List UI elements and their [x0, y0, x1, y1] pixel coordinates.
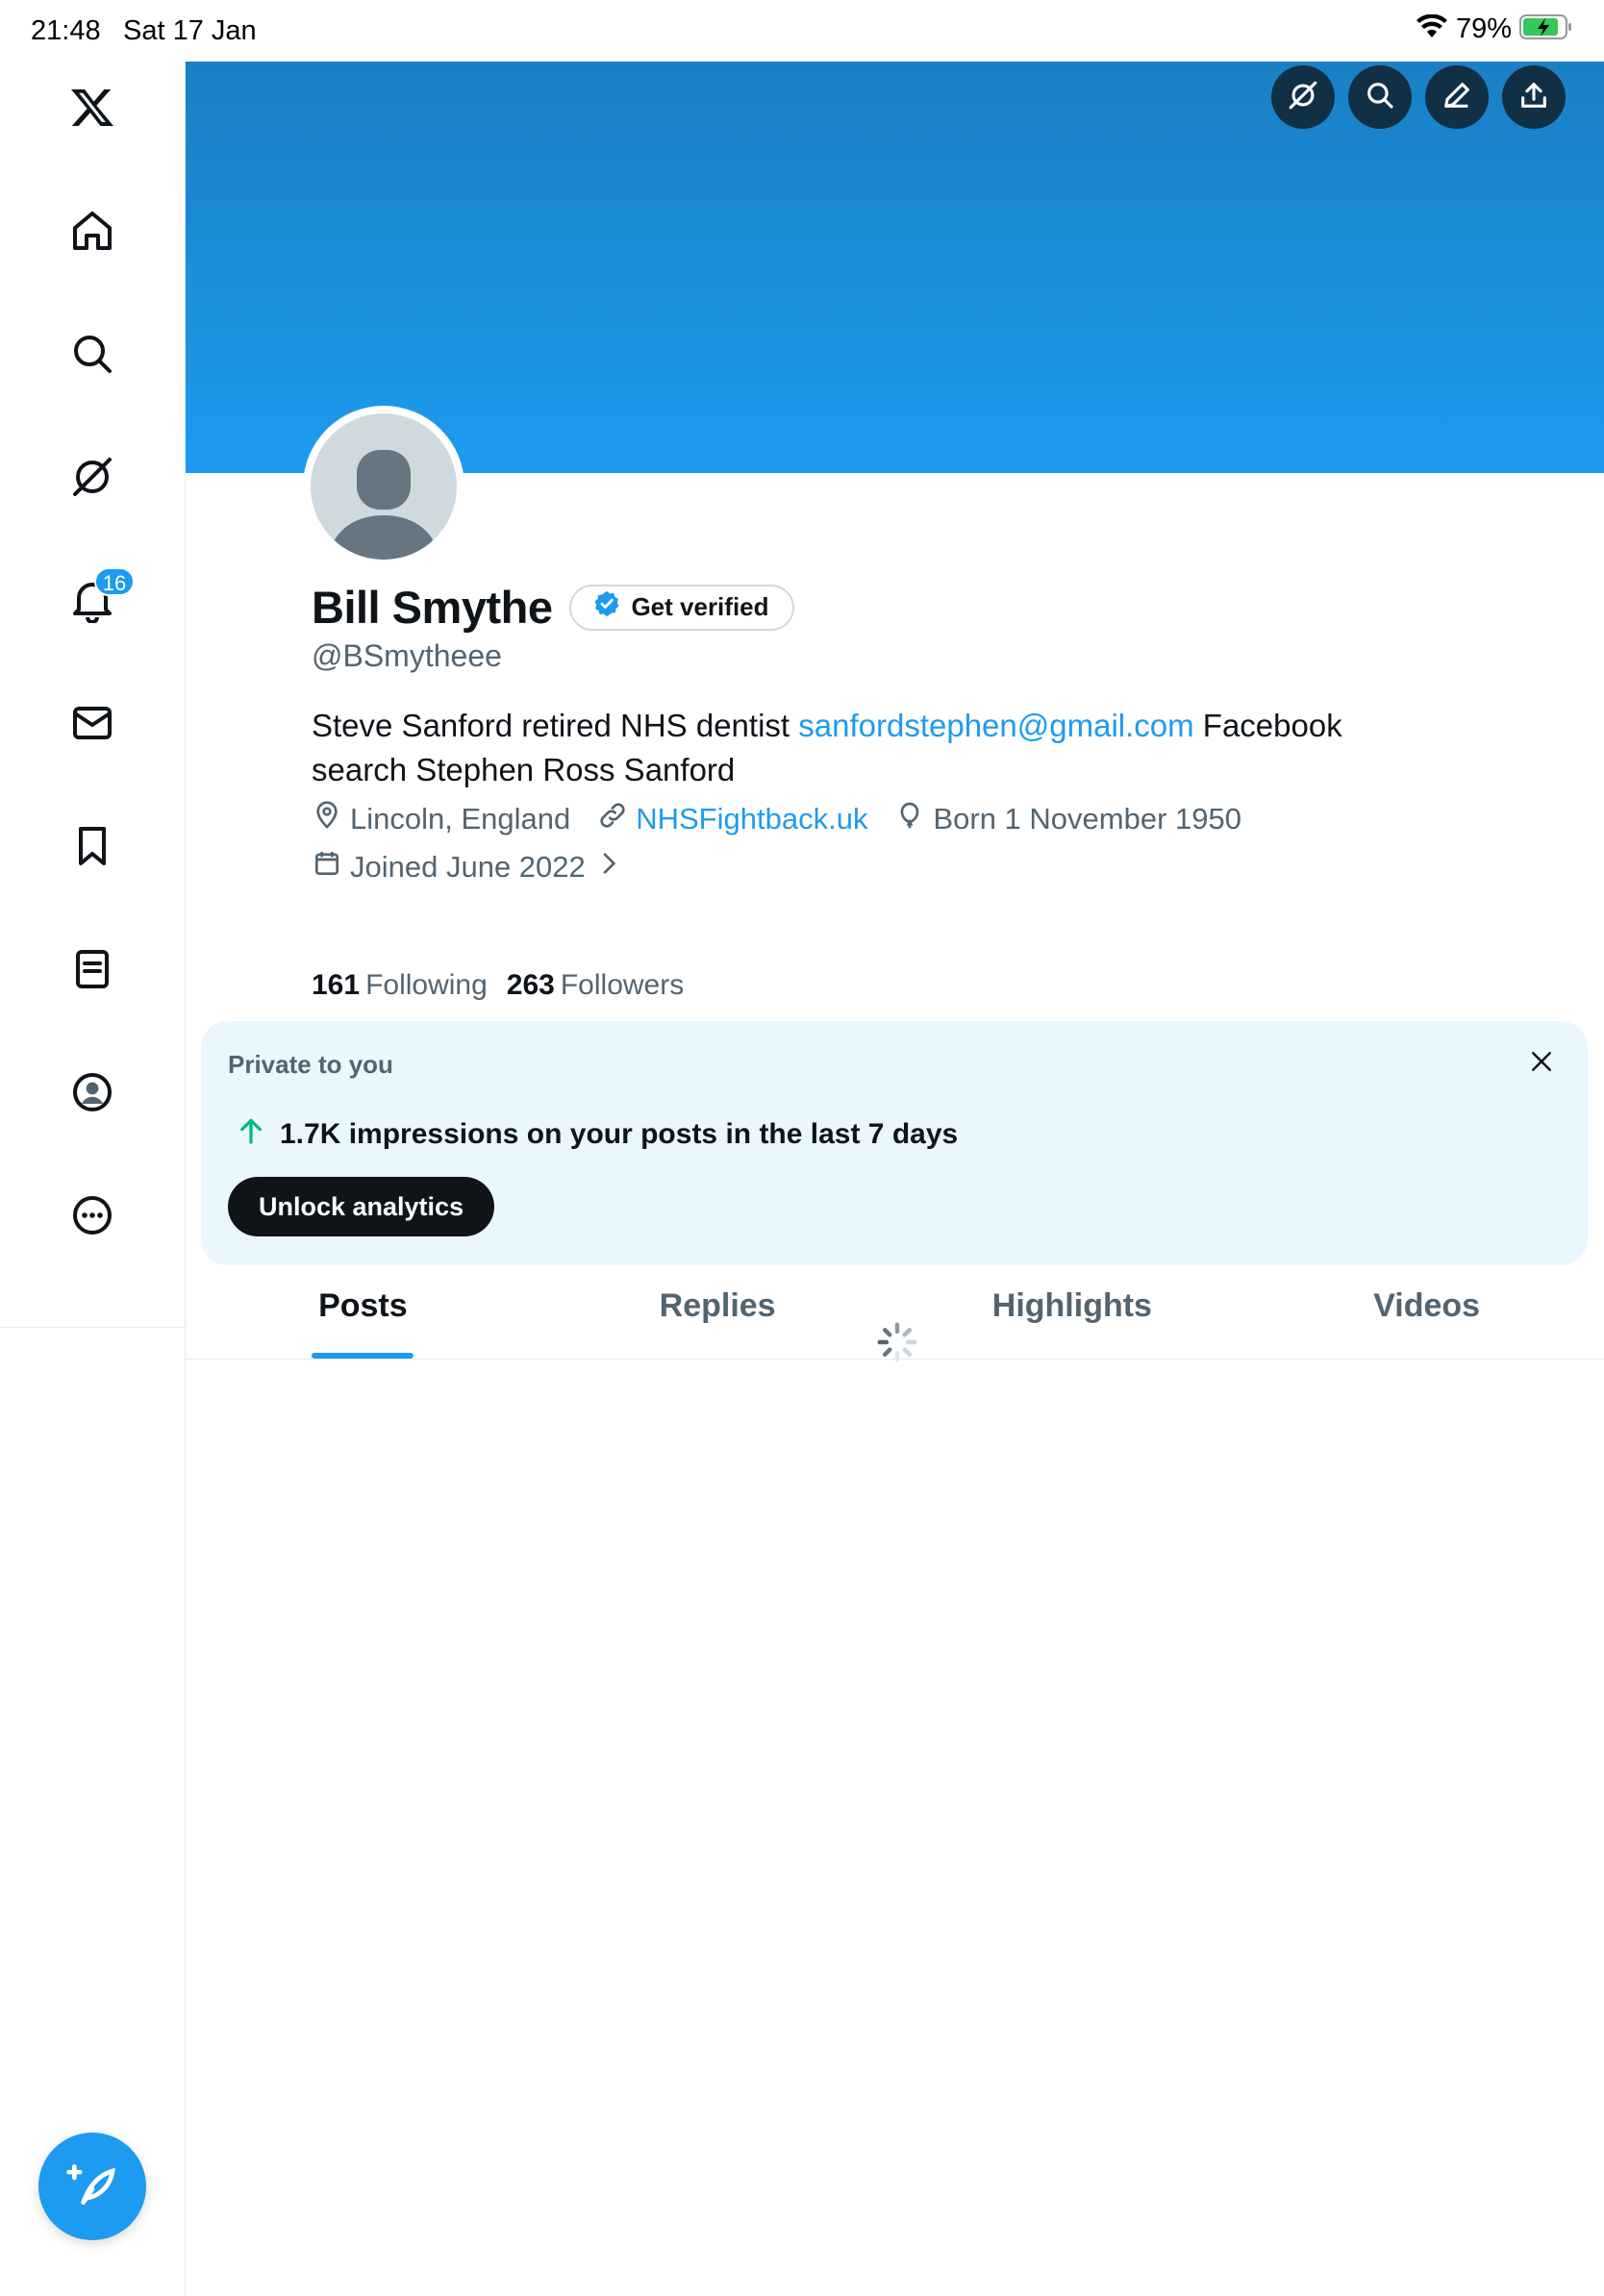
compose-icon: [65, 2158, 119, 2216]
website-link[interactable]: NHSFightback.uk: [636, 802, 867, 836]
home-icon[interactable]: [46, 185, 138, 277]
tab-replies[interactable]: Replies: [540, 1254, 895, 1359]
tab-posts[interactable]: Posts: [186, 1254, 540, 1359]
bio-text: Steve Sanford retired NHS dentist: [312, 708, 799, 743]
avatar[interactable]: [303, 406, 464, 567]
tab-active-indicator: [312, 1353, 414, 1359]
share-icon: [1517, 79, 1550, 116]
analytics-private-label: Private to you: [228, 1050, 393, 1079]
edit-profile-button[interactable]: [1425, 65, 1489, 129]
profile-meta-row: Lincoln, England NHSFightback.uk Born 1 …: [312, 800, 1268, 838]
display-name: Bill Smythe: [312, 582, 553, 633]
notifications-icon[interactable]: 16: [46, 554, 138, 646]
birthday-text: Born 1 November 1950: [933, 802, 1241, 836]
profile-page: 21:48 Sat 17 Jan 79% 16 Bill Smythe Get …: [0, 0, 1604, 2296]
close-icon: [1527, 1047, 1556, 1081]
bookmarks-icon[interactable]: [46, 800, 138, 892]
unlock-analytics-button[interactable]: Unlock analytics: [228, 1177, 495, 1236]
following-link[interactable]: 161 Following: [312, 969, 488, 1002]
arrow-up-icon: [236, 1115, 266, 1154]
status-bar: 21:48 Sat 17 Jan 79%: [0, 0, 1604, 62]
profile-handle: @BSmytheee: [312, 638, 502, 673]
status-time: 21:48: [31, 15, 101, 46]
followers-link[interactable]: 263 Followers: [507, 969, 684, 1002]
default-avatar-icon: [311, 413, 457, 560]
following-count: 161: [312, 969, 361, 1001]
link-icon: [597, 800, 628, 838]
website-item[interactable]: NHSFightback.uk: [597, 800, 867, 838]
tab-highlights[interactable]: Highlights: [895, 1254, 1250, 1359]
messages-icon[interactable]: [46, 677, 138, 769]
get-verified-label: Get verified: [631, 592, 769, 621]
edit-icon: [1441, 79, 1473, 116]
search-icon[interactable]: [46, 308, 138, 400]
search-profile-button[interactable]: [1348, 65, 1412, 129]
followers-label: Followers: [560, 969, 685, 1001]
profile-icon[interactable]: [46, 1046, 138, 1138]
analytics-stat-text: 1.7K impressions on your posts in the la…: [280, 1118, 959, 1150]
grok-icon: [1287, 79, 1319, 116]
calendar-icon: [312, 848, 342, 886]
analytics-close-button[interactable]: [1522, 1044, 1561, 1083]
analytics-card: Private to you 1.7K impressions on your …: [201, 1021, 1588, 1265]
banner-actions: [1271, 65, 1566, 129]
followers-count: 263: [506, 969, 555, 1001]
location-icon: [312, 800, 342, 838]
follow-stats: 161 Following 263 Followers: [312, 969, 684, 1002]
location-text: Lincoln, England: [350, 802, 571, 836]
bio-email-link[interactable]: sanfordstephen@gmail.com: [798, 708, 1193, 743]
status-date: Sat 17 Jan: [123, 15, 257, 46]
notification-badge: 16: [94, 567, 135, 596]
tab-label: Videos: [1373, 1287, 1481, 1324]
compose-button[interactable]: [38, 2133, 146, 2240]
joined-item[interactable]: Joined June 2022: [312, 848, 624, 886]
name-row: Bill Smythe Get verified: [312, 581, 794, 634]
chevron-right-icon: [593, 848, 624, 886]
battery-icon: [1519, 13, 1573, 45]
x-logo-icon[interactable]: [46, 62, 138, 154]
joined-row[interactable]: Joined June 2022: [312, 848, 651, 886]
verified-badge-icon: [592, 589, 621, 625]
tab-videos[interactable]: Videos: [1249, 1254, 1604, 1359]
grok-button[interactable]: [1271, 65, 1335, 129]
location-item: Lincoln, England: [312, 800, 570, 838]
tab-label: Replies: [659, 1287, 776, 1324]
sidebar-divider: [0, 1327, 186, 1328]
joined-text: Joined June 2022: [350, 850, 586, 884]
balloon-icon: [894, 800, 925, 838]
more-icon[interactable]: [46, 1169, 138, 1261]
profile-bio: Steve Sanford retired NHS dentist sanfor…: [312, 704, 1417, 792]
get-verified-button[interactable]: Get verified: [569, 584, 794, 631]
wifi-icon: [1416, 13, 1448, 44]
analytics-stat: 1.7K impressions on your posts in the la…: [236, 1115, 958, 1154]
status-indicators: 79%: [1416, 13, 1573, 45]
tab-label: Highlights: [991, 1287, 1152, 1324]
tab-label: Posts: [318, 1287, 408, 1324]
loading-spinner-icon: [876, 1321, 918, 1363]
grok-icon[interactable]: [46, 431, 138, 523]
birthday-item: Born 1 November 1950: [894, 800, 1241, 838]
lists-icon[interactable]: [46, 923, 138, 1015]
following-label: Following: [365, 969, 488, 1001]
sidebar-nav: 16: [0, 62, 186, 2296]
battery-percent: 79%: [1455, 13, 1512, 44]
search-icon: [1364, 79, 1396, 116]
share-profile-button[interactable]: [1502, 65, 1566, 129]
profile-main: Bill Smythe Get verified @BSmytheee Stev…: [186, 62, 1604, 2296]
